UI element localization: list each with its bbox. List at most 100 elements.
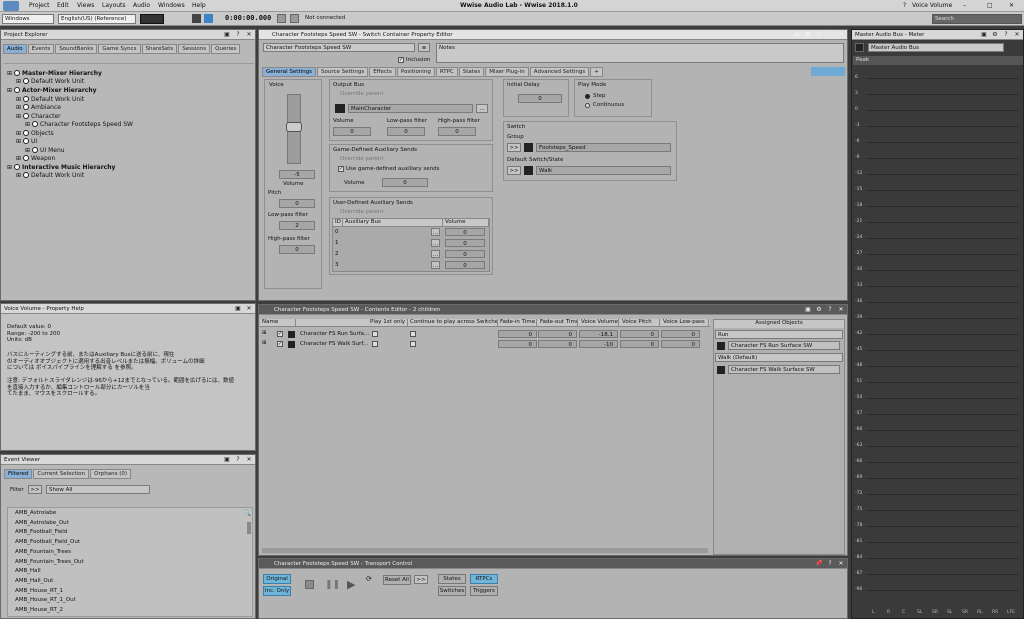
tab-filtered[interactable]: Filtered [4, 469, 33, 479]
row-lp-value[interactable]: 0 [661, 340, 700, 348]
pin-icon[interactable]: ▣ [793, 31, 801, 39]
tree-item[interactable]: ⊞ Default Work Unit [16, 78, 84, 86]
help-icon[interactable]: ? [1002, 31, 1010, 39]
remote-icon[interactable] [277, 14, 286, 23]
walk-assigned-item[interactable]: Character FS Walk Surface SW [728, 365, 840, 374]
tree-item[interactable]: ⊞ Default Work Unit [16, 96, 84, 104]
expand-icon[interactable]: ⊞ [16, 172, 21, 179]
default-select-button[interactable]: >> [507, 166, 521, 175]
tab-orphans[interactable]: Orphans (0) [90, 469, 131, 479]
expand-icon[interactable]: ⊞ [16, 104, 21, 111]
close-icon[interactable]: ✕ [1013, 31, 1021, 39]
play-first-checkbox[interactable] [372, 331, 378, 337]
menu-views[interactable]: Views [77, 2, 94, 9]
event-item[interactable]: AMB_Football_Field [15, 529, 67, 535]
view-icons[interactable] [811, 67, 845, 76]
close-icon[interactable]: ✕ [245, 456, 253, 464]
output-bus-browse-button[interactable]: ... [476, 104, 488, 113]
contents-row[interactable]: ⊞ ✓ Character FS Run Surfa... 0 0 -18.1 0 0 [260, 330, 710, 339]
row-enabled-checkbox[interactable]: ✓ [277, 331, 283, 337]
walk-group-select[interactable]: Walk (Default) [715, 353, 843, 362]
row-vol-value[interactable]: -18.1 [579, 330, 618, 338]
editor-tab[interactable]: Source Settings [316, 67, 369, 77]
rtpcs-button[interactable]: RTPCs [470, 574, 498, 584]
row-fin-value[interactable]: 0 [498, 340, 537, 348]
pin-icon[interactable]: ▣ [223, 456, 231, 464]
inc-only-button[interactable]: Inc. Only [263, 586, 291, 596]
default-switch-field[interactable]: Walk [536, 166, 671, 175]
event-item[interactable]: AMB_Fountain_Trees [15, 549, 71, 555]
expand-icon[interactable]: ⊞ [25, 147, 30, 154]
link-icon[interactable] [192, 14, 201, 23]
tree-item[interactable]: ⊞ Interactive Music Hierarchy [7, 164, 115, 172]
step-radio[interactable] [585, 94, 590, 99]
expand-icon[interactable]: ⊞ [16, 138, 21, 145]
tree-item[interactable]: ⊞ UI [16, 138, 37, 146]
menu-windows[interactable]: Windows [158, 2, 185, 9]
continue-play-checkbox[interactable] [410, 341, 416, 347]
volume-slider-handle[interactable] [286, 122, 302, 132]
continuous-radio[interactable] [585, 103, 590, 108]
language-select[interactable]: English(US) (Reference) [58, 14, 136, 24]
meter-bus-field[interactable]: Master Audio Bus [868, 43, 1004, 52]
triggers-button[interactable]: Triggers [470, 586, 498, 596]
pin-icon[interactable]: 📌 [815, 560, 823, 568]
connect-icon[interactable] [204, 14, 213, 23]
contents-row[interactable]: ⊞ ✓ Character FS Walk Surf... 0 0 -10 0 0 [260, 340, 710, 349]
editor-tab[interactable]: States [458, 67, 485, 77]
layout-select[interactable]: Windows [2, 14, 54, 24]
event-item[interactable]: AMB_Football_Field_Out [15, 539, 80, 545]
close-icon[interactable]: ✕ [837, 306, 845, 314]
udas-volume-value[interactable]: 0 [445, 239, 485, 247]
profiler-icon[interactable] [290, 14, 299, 23]
expand-icon[interactable]: ⊞ [16, 130, 21, 137]
close-icon[interactable]: ✕ [837, 31, 845, 39]
close-icon[interactable]: ✕ [837, 560, 845, 568]
event-item[interactable]: AMB_Astrolabe [15, 510, 56, 516]
menu-help[interactable]: Help [192, 2, 206, 9]
volume-value[interactable]: -5 [279, 170, 315, 179]
tree-item[interactable]: ⊞ Objects [16, 130, 54, 138]
row-fout-value[interactable]: 0 [538, 340, 577, 348]
pause-icon[interactable]: ❚❚ [325, 580, 340, 590]
editor-tab[interactable]: General Settings [262, 67, 316, 77]
expand-icon[interactable]: ⊞ [262, 330, 267, 336]
play-first-checkbox[interactable] [372, 341, 378, 347]
expand-icon[interactable]: ⊞ [16, 155, 21, 162]
states-button[interactable]: States [438, 574, 466, 584]
contents-col-header[interactable]: Fade-out Time [538, 319, 578, 327]
tree-item[interactable]: ⊞ UI Menu [25, 147, 65, 155]
scrollbar[interactable] [247, 522, 251, 534]
search-icon[interactable]: 🔍 [244, 510, 251, 517]
event-item[interactable]: AMB_Hall [15, 568, 41, 574]
original-button[interactable]: Original [263, 574, 291, 584]
udas-bus-browse-button[interactable]: ... [431, 261, 440, 269]
pin-icon[interactable]: ▣ [980, 31, 988, 39]
hpf-value[interactable]: 0 [279, 245, 315, 254]
event-item[interactable]: AMB_House_RT_1 [15, 588, 63, 594]
row-lp-value[interactable]: 0 [661, 330, 700, 338]
tree-item[interactable]: ⊞ Default Work Unit [16, 172, 84, 180]
event-item[interactable]: AMB_House_RT_2 [15, 607, 63, 613]
row-pitch-value[interactable]: 0 [620, 340, 659, 348]
event-item[interactable]: AMB_House_RT_1_Out [15, 597, 76, 603]
expand-icon[interactable]: ⊞ [16, 96, 21, 103]
expand-icon[interactable]: ⊞ [7, 87, 12, 94]
tree-item[interactable]: ⊞ Master-Mixer Hierarchy [7, 70, 102, 78]
settings-icon[interactable]: ⚙ [815, 31, 823, 39]
editor-tab[interactable]: Positioning [396, 67, 435, 77]
help-icon[interactable]: ? [826, 31, 834, 39]
help-icon[interactable]: ? [826, 306, 834, 314]
run-assigned-item[interactable]: Character FS Run Surface SW [728, 341, 840, 350]
contents-col-header[interactable]: Fade-in Time [498, 319, 537, 327]
close-icon[interactable]: ✕ [1009, 2, 1014, 9]
audio-device-button[interactable] [140, 14, 164, 24]
close-icon[interactable]: ✕ [245, 305, 253, 313]
settings-icon[interactable]: ⚙ [991, 31, 999, 39]
tree-item[interactable]: ⊞ Character [16, 113, 61, 121]
maximize-icon[interactable]: □ [987, 2, 993, 9]
run-group-select[interactable]: Run [715, 330, 843, 339]
udas-bus-browse-button[interactable]: ... [431, 250, 440, 258]
output-bus-field[interactable]: MainCharacter [348, 104, 473, 113]
contents-col-header[interactable]: Continue to play across Switches [408, 319, 498, 327]
